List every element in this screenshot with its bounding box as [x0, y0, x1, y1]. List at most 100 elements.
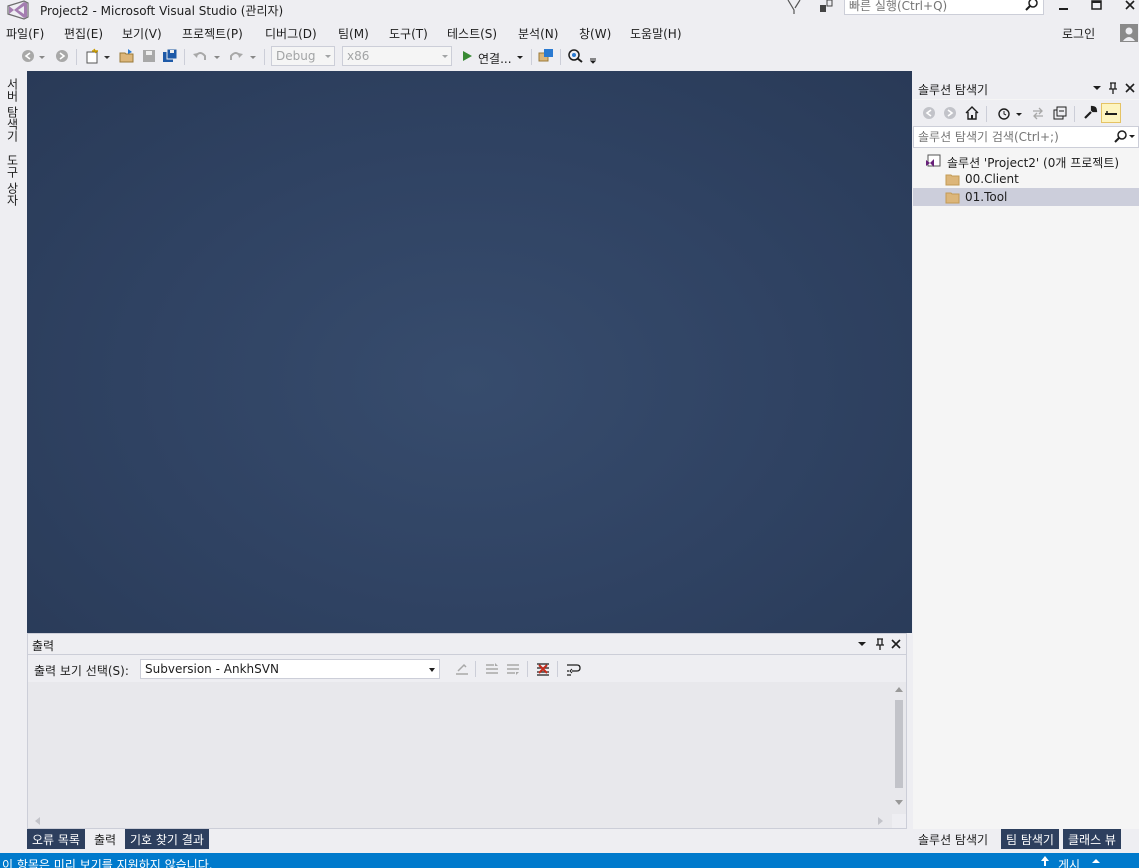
solution-configuration-dropdown[interactable]: Debug	[271, 46, 335, 66]
window-position-dropdown-icon[interactable]	[1090, 81, 1104, 95]
solution-explorer-title: 솔루션 탐색기	[918, 83, 989, 97]
menu-window[interactable]: 창(W)	[579, 25, 611, 42]
chevron-down-icon[interactable]	[1014, 105, 1024, 121]
navigate-forward-icon[interactable]	[54, 48, 70, 64]
home-icon[interactable]	[964, 105, 980, 121]
chevron-down-icon[interactable]	[37, 48, 47, 64]
chevron-down-icon[interactable]	[248, 48, 258, 64]
solution-explorer-header: 솔루션 탐색기	[913, 78, 1139, 99]
status-message: 이 항목은 미리 보기를 지원하지 않습니다.	[2, 858, 213, 868]
publish-arrow-icon[interactable]	[1040, 855, 1050, 867]
output-source-dropdown[interactable]: Subversion - AnkhSVN	[140, 659, 440, 679]
quick-launch-input[interactable]	[849, 0, 1019, 13]
scrollbar-thumb[interactable]	[895, 700, 903, 788]
start-connect-button[interactable]: 연결...	[478, 50, 512, 67]
output-vertical-scrollbar[interactable]	[892, 682, 906, 814]
solution-platform-dropdown[interactable]: x86	[342, 46, 452, 66]
solution-explorer-toolbar	[913, 100, 1139, 126]
folder-icon	[945, 172, 961, 186]
account-icon[interactable]	[1120, 24, 1138, 42]
tree-item-folder[interactable]: 00.Client	[913, 170, 1139, 188]
tab-solution-explorer[interactable]: 솔루션 탐색기	[913, 829, 994, 849]
chevron-down-icon[interactable]	[212, 48, 222, 64]
search-icon[interactable]	[1114, 130, 1128, 144]
go-to-next-message-icon[interactable]	[505, 661, 521, 677]
find-message-in-code-icon[interactable]	[454, 661, 470, 677]
login-link[interactable]: 로그인	[1062, 25, 1095, 42]
solution-tree: 솔루션 'Project2' (0개 프로젝트) 00.Client 01.To…	[913, 150, 1139, 829]
maximize-button[interactable]	[1080, 0, 1114, 18]
notification-filter-icon[interactable]	[786, 0, 802, 14]
close-icon[interactable]	[1123, 81, 1137, 95]
close-icon[interactable]	[889, 637, 903, 651]
chevron-up-icon[interactable]	[1092, 858, 1100, 864]
close-window-button[interactable]	[1112, 0, 1139, 18]
back-icon[interactable]	[921, 105, 937, 121]
menu-test[interactable]: 테스트(S)	[447, 25, 497, 42]
go-to-previous-message-icon[interactable]	[484, 661, 500, 677]
tree-item-label: 00.Client	[965, 172, 1019, 186]
undo-icon[interactable]	[192, 48, 208, 64]
chevron-down-icon[interactable]	[102, 48, 112, 64]
menu-file[interactable]: 파일(F)	[6, 25, 44, 42]
pin-icon[interactable]	[873, 637, 887, 651]
tab-find-symbol-results[interactable]: 기호 찾기 결과	[125, 829, 209, 849]
quick-launch-box[interactable]	[844, 0, 1044, 15]
menu-bar: 파일(F) 편집(E) 보기(V) 프로젝트(P) 디버그(D) 팀(M) 도구…	[0, 22, 1139, 44]
output-horizontal-scrollbar[interactable]	[28, 814, 892, 828]
browser-link-icon[interactable]	[538, 48, 554, 64]
chevron-down-icon[interactable]	[1129, 134, 1135, 140]
find-in-files-icon[interactable]	[568, 48, 584, 64]
forward-icon[interactable]	[942, 105, 958, 121]
publish-button[interactable]: 게시	[1058, 856, 1080, 868]
tree-item-folder[interactable]: 01.Tool	[913, 188, 1139, 206]
solution-explorer-search[interactable]	[913, 126, 1139, 148]
toggle-word-wrap-icon[interactable]	[565, 661, 581, 677]
redo-icon[interactable]	[228, 48, 244, 64]
status-bar: 이 항목은 미리 보기를 지원하지 않습니다. 게시	[0, 853, 1139, 868]
pin-icon[interactable]	[1106, 81, 1120, 95]
solution-icon	[925, 154, 941, 168]
solution-explorer-panel: 솔루션 탐색기 솔루션 'Project2' (0개 프로젝트) 00.Clie…	[913, 78, 1139, 829]
tab-error-list[interactable]: 오류 목록	[27, 829, 85, 849]
sync-with-active-document-icon[interactable]	[1030, 105, 1046, 121]
collapse-all-icon[interactable]	[1052, 105, 1068, 121]
menu-debug[interactable]: 디버그(D)	[265, 25, 317, 42]
save-all-icon[interactable]	[162, 48, 178, 64]
window-position-dropdown-icon[interactable]	[855, 637, 869, 651]
menu-edit[interactable]: 편집(E)	[64, 25, 103, 42]
tree-item-label: 솔루션 'Project2' (0개 프로젝트)	[947, 156, 1120, 170]
right-tool-tabs: 솔루션 탐색기 팀 탐색기 클래스 뷰	[913, 829, 1139, 849]
output-source-label: 출력 보기 선택(S):	[34, 664, 129, 678]
toolbox-tab[interactable]: 도구 상자	[4, 154, 21, 206]
solution-configuration-value: Debug	[276, 49, 316, 63]
menu-analyze[interactable]: 분석(N)	[518, 25, 558, 42]
pending-changes-filter-icon[interactable]	[996, 105, 1012, 121]
clear-all-icon[interactable]	[535, 661, 551, 677]
new-project-icon[interactable]	[84, 48, 100, 64]
menu-tools[interactable]: 도구(T)	[389, 25, 428, 42]
tab-team-explorer[interactable]: 팀 탐색기	[1001, 829, 1059, 849]
save-icon[interactable]	[141, 48, 157, 64]
output-text-area[interactable]	[28, 682, 892, 827]
server-explorer-tab[interactable]: 서버 탐색기	[4, 78, 21, 142]
tree-item-solution[interactable]: 솔루션 'Project2' (0개 프로젝트)	[913, 152, 1139, 170]
open-file-icon[interactable]	[119, 48, 135, 64]
tree-item-label: 01.Tool	[965, 190, 1008, 204]
menu-view[interactable]: 보기(V)	[122, 25, 162, 42]
navigate-back-icon[interactable]	[20, 48, 36, 64]
solution-explorer-search-input[interactable]	[918, 129, 1108, 145]
feedback-icon[interactable]	[818, 0, 834, 14]
search-icon[interactable]	[1025, 0, 1039, 12]
chevron-down-icon[interactable]	[515, 48, 525, 64]
preview-selected-items-icon[interactable]	[1101, 103, 1121, 123]
menu-help[interactable]: 도움말(H)	[630, 25, 682, 42]
minimize-button[interactable]	[1046, 0, 1080, 18]
properties-wrench-icon[interactable]	[1082, 105, 1098, 121]
tab-output[interactable]: 출력	[89, 829, 122, 849]
toolbar-options-icon[interactable]	[588, 48, 598, 64]
tab-class-view[interactable]: 클래스 뷰	[1063, 829, 1121, 849]
start-play-icon[interactable]	[459, 48, 475, 64]
menu-team[interactable]: 팀(M)	[338, 25, 369, 42]
menu-project[interactable]: 프로젝트(P)	[182, 25, 243, 42]
